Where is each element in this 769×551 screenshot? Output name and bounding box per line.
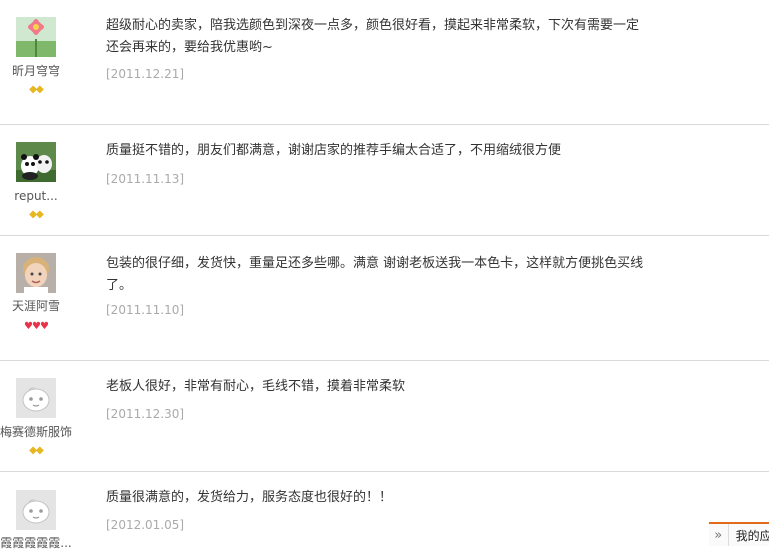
review-text-line: 老板人很好，非常有耐心，毛线不错，摸着非常柔软 <box>106 379 406 394</box>
credit-badges: ♥♥♥ <box>0 318 72 332</box>
diamond-icon: ◆ <box>29 445 37 456</box>
diamond-icon: ◆ <box>29 209 37 220</box>
review-text: 质量挺不错的，朋友们都满意，谢谢店家的推荐手编太合适了，不用缩绒很方便 <box>106 140 691 162</box>
review-date: [2011.12.30] <box>106 407 185 421</box>
default-avatar-icon <box>16 378 56 418</box>
user-avatar[interactable] <box>16 142 56 182</box>
panda-avatar-icon <box>16 142 56 182</box>
credit-badges: ◆◆ <box>0 442 72 456</box>
username[interactable]: reput... <box>0 189 72 203</box>
diamond-icon: ◆ <box>36 445 44 456</box>
my-app-link[interactable]: 我的应 <box>729 527 769 544</box>
credit-badges: ◆◆ <box>0 206 72 220</box>
credit-badges: ◆◆ <box>0 81 72 95</box>
diamond-icon: ◆ <box>36 84 44 95</box>
review-text-line: 超级耐心的卖家，陪我选颜色到深夜一点多，颜色很好看，摸起来非常柔软，下次有需要一… <box>106 18 640 33</box>
review-text: 质量很满意的，发货给力，服务态度也很好的！！ <box>106 487 691 509</box>
review-text-line: 包装的很仔细，发货快，重量足还多些哪。满意 谢谢老板送我一本色卡，这样就方便挑色… <box>106 256 644 271</box>
floating-toolbar: » 我的应 <box>709 522 769 546</box>
username[interactable]: 霞霞霞霞霞... <box>0 534 72 551</box>
review-item: 天涯阿雪 ♥♥♥ 包装的很仔细，发货快，重量足还多些哪。满意 谢谢老板送我一本色… <box>0 236 769 361</box>
review-date: [2011.11.10] <box>106 303 185 317</box>
review-text: 包装的很仔细，发货快，重量足还多些哪。满意 谢谢老板送我一本色卡，这样就方便挑色… <box>106 253 691 297</box>
user-avatar[interactable] <box>16 17 56 57</box>
review-text-line: 还会再来的，要给我优惠哟~ <box>106 40 273 55</box>
review-text-line: 质量很满意的，发货给力，服务态度也很好的！！ <box>106 490 393 505</box>
heart-icon: ♥ <box>24 321 33 332</box>
heart-icon: ♥ <box>39 321 49 332</box>
review-date: [2011.11.13] <box>106 172 185 186</box>
username[interactable]: 昕月穹穹 <box>0 62 72 79</box>
user-avatar[interactable] <box>16 490 56 530</box>
review-text-line: 了。 <box>106 278 133 293</box>
username[interactable]: 天涯阿雪 <box>0 297 72 314</box>
diamond-icon: ◆ <box>29 84 37 95</box>
heart-icon: ♥ <box>32 321 41 332</box>
review-date: [2012.01.05] <box>106 518 185 532</box>
username[interactable]: 梅赛德斯服饰 <box>0 423 72 440</box>
default-avatar-icon <box>16 490 56 530</box>
user-avatar[interactable] <box>16 253 56 293</box>
user-avatar[interactable] <box>16 378 56 418</box>
review-item: 梅赛德斯服饰 ◆◆ 老板人很好，非常有耐心，毛线不错，摸着非常柔软 [2011.… <box>0 361 769 472</box>
review-text: 老板人很好，非常有耐心，毛线不错，摸着非常柔软 <box>106 376 691 398</box>
expand-icon[interactable]: » <box>709 524 729 546</box>
review-text-line: 质量挺不错的，朋友们都满意，谢谢店家的推荐手编太合适了，不用缩绒很方便 <box>106 143 562 158</box>
review-date: [2011.12.21] <box>106 67 185 81</box>
review-text: 超级耐心的卖家，陪我选颜色到深夜一点多，颜色很好看，摸起来非常柔软，下次有需要一… <box>106 15 691 59</box>
review-item: 霞霞霞霞霞... 质量很满意的，发货给力，服务态度也很好的！！ [2012.01… <box>0 472 769 550</box>
diamond-icon: ◆ <box>36 209 44 220</box>
flower-avatar-icon <box>16 17 56 57</box>
review-item: reput... ◆◆ 质量挺不错的，朋友们都满意，谢谢店家的推荐手编太合适了，… <box>0 125 769 236</box>
review-item: 昕月穹穹 ◆◆ 超级耐心的卖家，陪我选颜色到深夜一点多，颜色很好看，摸起来非常柔… <box>0 0 769 125</box>
child-avatar-icon <box>16 253 56 293</box>
